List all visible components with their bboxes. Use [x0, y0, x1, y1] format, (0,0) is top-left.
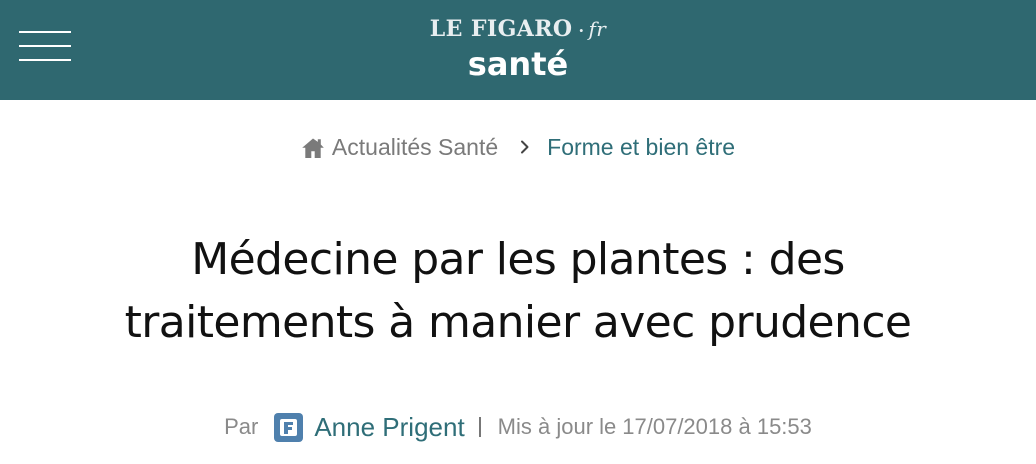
site-header: LE FIGARO · fr santé	[0, 0, 1036, 100]
brand-name: LE FIGARO	[429, 16, 573, 42]
breadcrumb-current-link[interactable]: Forme et bien être	[547, 132, 735, 162]
brand-separator: ·	[578, 21, 585, 40]
updated-timestamp: 17/07/2018 à 15:53	[622, 414, 812, 439]
article-byline: Par Anne Prigent Mis à jour le 17/07/201…	[0, 410, 1036, 444]
breadcrumb: Actualités Santé Forme et bien être	[0, 132, 1036, 162]
chevron-right-icon	[513, 135, 537, 159]
article-title-line-1: Médecine par les plantes : des	[191, 234, 845, 285]
section-title-link[interactable]: santé	[0, 46, 1036, 82]
article-title-line-2: traitements à manier avec prudence	[124, 297, 912, 348]
article-title: Médecine par les plantes : des traitemen…	[0, 228, 1036, 354]
breadcrumb-home-link[interactable]: Actualités Santé	[301, 132, 498, 162]
byline-label: Par	[224, 414, 259, 439]
breadcrumb-home-label: Actualités Santé	[331, 134, 499, 160]
byline-divider	[478, 417, 481, 437]
brand-block: LE FIGARO · fr santé	[0, 15, 1036, 82]
author-link[interactable]: Anne Prigent	[314, 410, 464, 444]
figaro-f-icon[interactable]	[274, 412, 304, 442]
brand-suffix: fr	[588, 17, 607, 41]
home-icon	[301, 137, 325, 159]
updated-label: Mis à jour le	[497, 414, 617, 439]
figaro-logo-link[interactable]: LE FIGARO · fr	[430, 15, 606, 45]
